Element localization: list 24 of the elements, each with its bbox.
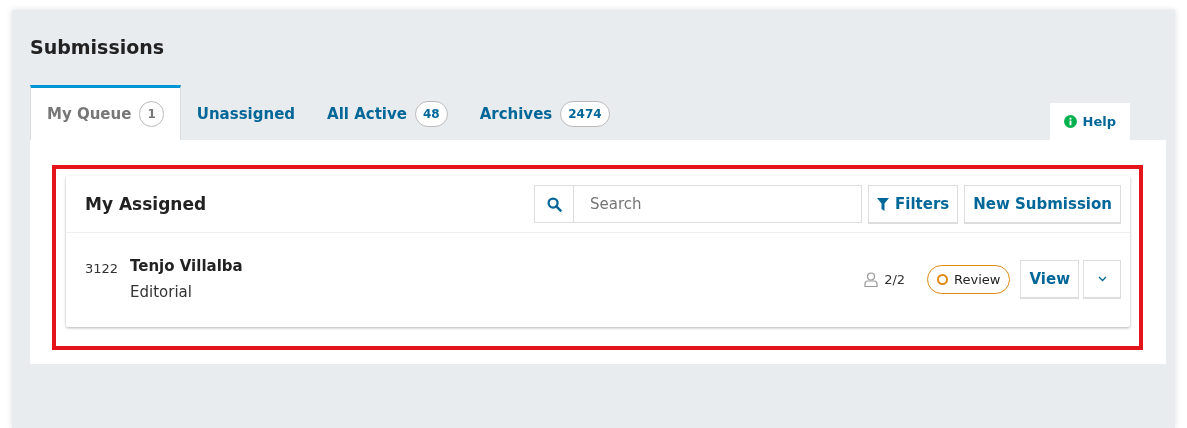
tab[interactable]: All Active 48 (311, 85, 464, 140)
info-icon (1063, 115, 1077, 128)
help-button[interactable]: Help (1049, 103, 1130, 140)
participant-count: 2/2 (884, 271, 906, 287)
search-icon (546, 196, 562, 212)
filter-icon (877, 197, 889, 211)
person-icon (864, 271, 879, 287)
new-submission-button[interactable]: New Submission (964, 185, 1121, 223)
tab[interactable]: Archives 2474 (463, 85, 626, 140)
filters-button[interactable]: Filters (868, 185, 959, 223)
author-name: Tenjo Villalba (130, 257, 244, 275)
page-title: Submissions (30, 35, 166, 60)
section-name: Editorial (130, 283, 193, 301)
search-field[interactable]: Search (574, 185, 862, 223)
search-button[interactable] (534, 185, 574, 223)
count-badge: 48 (414, 101, 448, 127)
tab[interactable]: My Queue 1 (30, 85, 181, 140)
count-badge: 2474 (560, 101, 610, 127)
count-badge: 1 (139, 101, 164, 127)
view-button[interactable]: View (1020, 260, 1079, 298)
caret-icon (1097, 276, 1107, 282)
list-title: My Assigned (85, 194, 208, 214)
submission-id: 3122 (85, 261, 120, 276)
tab[interactable]: Unassigned (180, 85, 312, 140)
